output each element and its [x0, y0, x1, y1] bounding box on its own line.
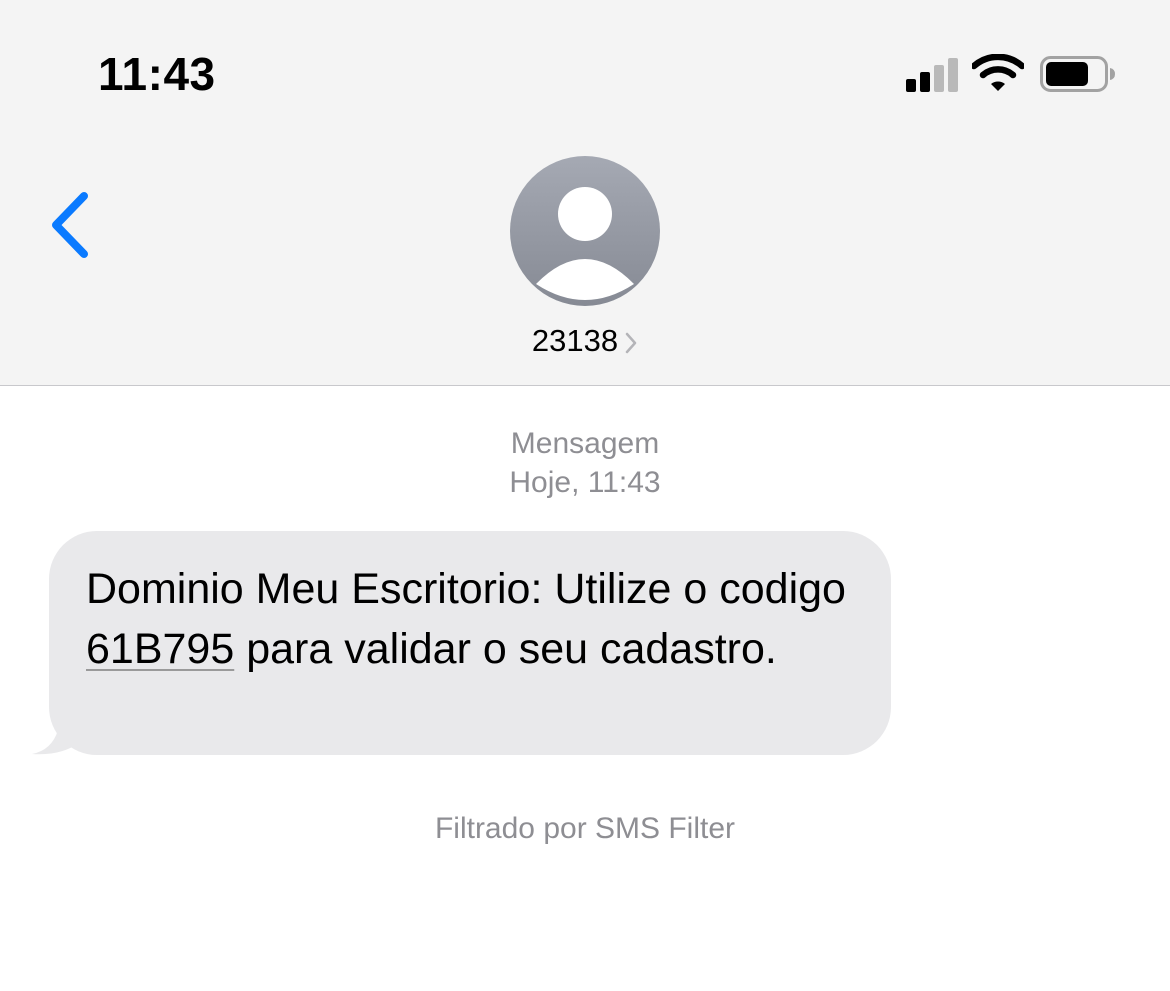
wifi-icon [972, 54, 1024, 91]
signal-bar [948, 58, 958, 92]
chevron-right-icon [625, 332, 637, 354]
battery-icon [1040, 56, 1115, 92]
cellular-signal-icon [906, 58, 960, 92]
contact-name-button[interactable]: 23138 [0, 322, 1170, 360]
incoming-message-bubble[interactable]: Dominio Meu Escritorio: Utilize o codigo… [49, 531, 891, 755]
contact-avatar[interactable] [510, 156, 660, 306]
message-text: Dominio Meu Escritorio: Utilize o codigo [86, 565, 846, 613]
chevron-left-icon [52, 192, 88, 258]
message-meta: Mensagem Hoje, 11:43 [0, 424, 1170, 502]
status-time: 11:43 [98, 48, 216, 100]
signal-bar [906, 79, 916, 92]
signal-bar [934, 65, 944, 92]
message-type-label: Mensagem [510, 427, 660, 460]
message-timestamp: Hoje, 11:43 [509, 466, 661, 499]
verification-code-link[interactable]: 61B795 [86, 625, 234, 673]
back-button[interactable] [40, 188, 100, 264]
conversation-header: 11:43 23138 [0, 0, 1170, 386]
message-text: para validar o seu cadastro. [234, 625, 777, 673]
sms-filter-note: Filtrado por SMS Filter [434, 812, 736, 845]
contact-name: 23138 [531, 323, 619, 358]
person-icon [536, 187, 634, 300]
signal-bar [920, 72, 930, 92]
